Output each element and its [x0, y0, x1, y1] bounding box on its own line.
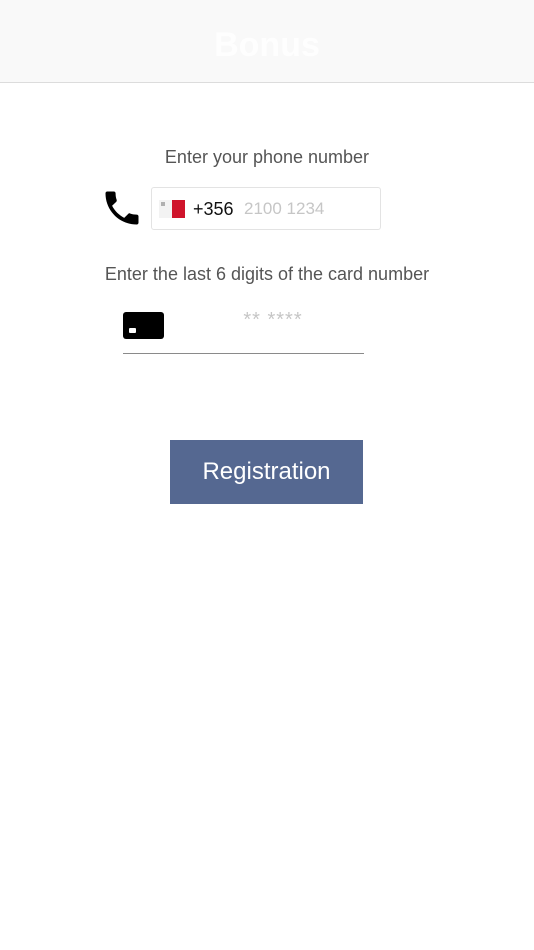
- phone-label: Enter your phone number: [164, 147, 370, 167]
- card-label: Enter the last 6 digits of the card numb…: [104, 264, 430, 284]
- country-dial-code[interactable]: +356: [193, 199, 234, 220]
- card-icon: [123, 312, 164, 339]
- card-digits-input[interactable]: [183, 307, 363, 333]
- registration-screen: Bonus Enter your phone number +356 Enter…: [0, 0, 534, 950]
- phone-input[interactable]: [244, 196, 374, 222]
- card-number-field[interactable]: [123, 305, 364, 354]
- malta-flag-icon[interactable]: [159, 200, 185, 218]
- app-logo: Bonus: [214, 25, 320, 64]
- app-header: Bonus: [0, 0, 534, 83]
- phone-field[interactable]: +356: [151, 187, 381, 230]
- registration-button[interactable]: Registration: [170, 440, 363, 504]
- phone-icon: [100, 186, 144, 230]
